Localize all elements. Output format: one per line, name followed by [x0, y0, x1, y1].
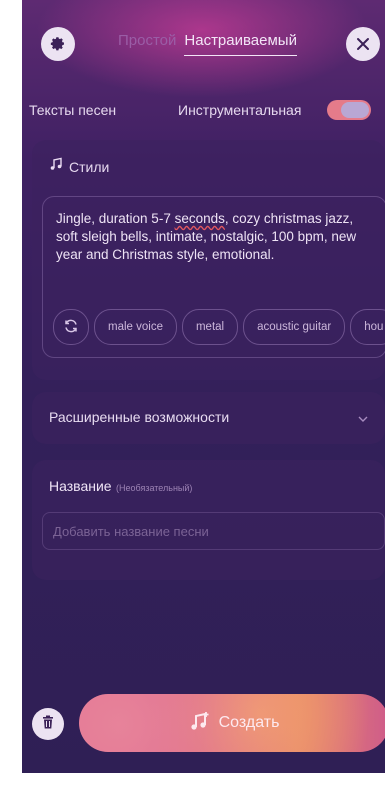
top-bar: Простой Настраиваемый	[22, 18, 385, 66]
style-chip[interactable]: male voice	[94, 309, 177, 345]
advanced-label: Расширенные возможности	[49, 409, 230, 425]
create-label: Создать	[218, 714, 280, 731]
close-icon	[356, 37, 370, 51]
styles-textarea[interactable]: Jingle, duration 5-7 seconds, cozy chris…	[42, 196, 385, 358]
lyrics-label[interactable]: Тексты песен	[29, 102, 116, 118]
toggle-row: Тексты песен Инструментальная	[22, 99, 385, 121]
styles-title: Стили	[69, 158, 110, 175]
chevron-down-icon	[357, 411, 369, 429]
tab-custom[interactable]: Настраиваемый	[184, 32, 297, 56]
refresh-icon	[63, 318, 79, 337]
style-suggestions: male voice metal acoustic guitar hou	[53, 309, 385, 345]
gear-icon	[50, 36, 66, 52]
name-label: Название	[49, 478, 112, 494]
tab-simple[interactable]: Простой	[118, 32, 176, 56]
mode-tabs: Простой Настраиваемый	[118, 32, 297, 56]
delete-button[interactable]	[32, 708, 64, 740]
style-chip[interactable]: hou	[350, 309, 385, 345]
name-card: Название (Необязательный) Добавить назва…	[32, 460, 385, 580]
close-button[interactable]	[346, 27, 380, 61]
refresh-suggestions-button[interactable]	[53, 309, 89, 345]
music-note-plus-icon	[189, 710, 211, 737]
song-name-placeholder: Добавить название песни	[53, 523, 209, 539]
styles-text: Jingle, duration 5-7 seconds, cozy chris…	[56, 211, 357, 262]
music-note-icon	[49, 157, 63, 176]
name-header: Название (Необязательный)	[49, 478, 192, 496]
trash-icon	[42, 715, 54, 734]
styles-card: Стили Jingle, duration 5-7 seconds, cozy…	[32, 140, 385, 380]
instrumental-label: Инструментальная	[178, 102, 302, 118]
optional-label: (Необязательный)	[116, 483, 193, 493]
app-panel: Простой Настраиваемый Тексты песен Инстр…	[22, 0, 385, 773]
style-chip[interactable]: metal	[181, 309, 239, 345]
styles-header: Стили	[49, 157, 109, 176]
instrumental-toggle[interactable]	[327, 100, 371, 120]
song-name-input[interactable]: Добавить название песни	[42, 512, 385, 550]
toggle-knob	[341, 102, 369, 118]
advanced-options[interactable]: Расширенные возможности	[32, 392, 385, 444]
style-chip[interactable]: acoustic guitar	[243, 309, 346, 345]
create-button[interactable]: Создать	[79, 694, 385, 752]
settings-button[interactable]	[41, 27, 75, 61]
